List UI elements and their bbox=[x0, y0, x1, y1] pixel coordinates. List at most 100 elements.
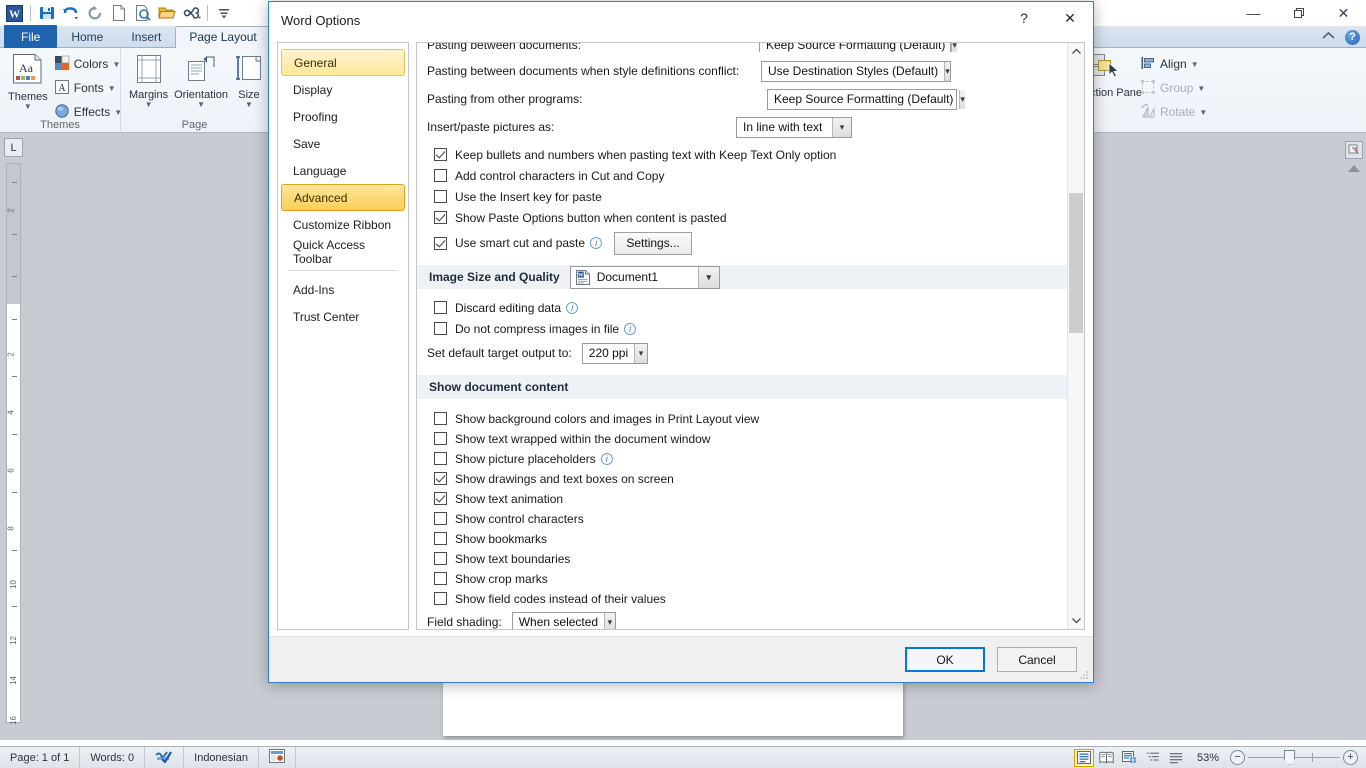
info-icon[interactable]: i bbox=[590, 237, 603, 249]
nav-item-proofing[interactable]: Proofing bbox=[281, 103, 405, 130]
show-background-colors-row[interactable]: Show background colors and images in Pri… bbox=[427, 409, 1061, 428]
chevron-down-icon[interactable]: ▾ bbox=[832, 117, 851, 137]
zoom-out-button[interactable]: − bbox=[1230, 750, 1245, 765]
chevron-down-icon[interactable]: ▼ bbox=[245, 101, 253, 109]
save-icon[interactable] bbox=[36, 2, 58, 24]
redo-icon[interactable] bbox=[84, 2, 106, 24]
chevron-down-icon[interactable]: ▼ bbox=[24, 103, 32, 111]
web-layout-view-button[interactable] bbox=[1120, 749, 1140, 767]
chevron-down-icon[interactable]: ▼ bbox=[108, 84, 116, 93]
dialog-close-button[interactable]: ✕ bbox=[1047, 2, 1093, 34]
full-screen-reading-view-button[interactable] bbox=[1097, 749, 1117, 767]
size-button[interactable]: Size ▼ bbox=[232, 51, 266, 109]
add-control-characters-checkbox[interactable] bbox=[434, 169, 447, 182]
show-field-codes-row[interactable]: Show field codes instead of their values bbox=[427, 589, 1061, 608]
chevron-down-icon[interactable]: ▾ bbox=[634, 343, 647, 363]
zoom-slider[interactable] bbox=[1248, 750, 1340, 765]
show-drawings-row[interactable]: Show drawings and text boxes on screen bbox=[427, 469, 1061, 488]
info-icon[interactable]: i bbox=[566, 301, 579, 314]
keep-bullets-row[interactable]: Keep bullets and numbers when pasting te… bbox=[427, 145, 1061, 164]
show-text-animation-row[interactable]: Show text animation bbox=[427, 489, 1061, 508]
show-drawings-checkbox[interactable] bbox=[434, 472, 447, 485]
pasting-between-documents-combo[interactable]: Keep Source Formatting (Default) ▾ bbox=[759, 43, 957, 52]
info-icon[interactable]: i bbox=[624, 322, 637, 335]
open-icon[interactable] bbox=[156, 2, 178, 24]
chevron-down-icon[interactable]: ▾ bbox=[959, 89, 965, 109]
orientation-button[interactable]: Orientation ▼ bbox=[172, 51, 230, 109]
nav-item-display[interactable]: Display bbox=[281, 76, 405, 103]
chevron-down-icon[interactable]: ▾ bbox=[944, 61, 950, 81]
document-page[interactable] bbox=[443, 678, 903, 736]
show-paste-options-checkbox[interactable] bbox=[434, 211, 447, 224]
tab-home[interactable]: Home bbox=[57, 26, 117, 48]
nav-item-trust-center[interactable]: Trust Center bbox=[281, 303, 405, 330]
chevron-down-icon[interactable]: ▾ bbox=[697, 266, 719, 288]
discard-editing-data-row[interactable]: Discard editing data i bbox=[427, 298, 1061, 317]
smart-cut-paste-checkbox[interactable] bbox=[434, 236, 447, 250]
close-button[interactable]: ✕ bbox=[1321, 1, 1366, 25]
show-picture-placeholders-checkbox[interactable] bbox=[434, 452, 447, 465]
nav-item-language[interactable]: Language bbox=[281, 157, 405, 184]
chevron-down-icon[interactable]: ▼ bbox=[1191, 60, 1199, 69]
options-scrollbar[interactable] bbox=[1067, 43, 1084, 629]
themes-button[interactable]: Aa Themes ▼ bbox=[6, 51, 50, 111]
collapse-ribbon-icon[interactable] bbox=[1322, 30, 1335, 44]
minimize-button[interactable]: — bbox=[1231, 1, 1276, 25]
customize-qat-icon[interactable] bbox=[213, 2, 235, 24]
tab-file[interactable]: File bbox=[4, 25, 58, 48]
scroll-up-button[interactable] bbox=[1068, 43, 1084, 60]
undo-icon[interactable] bbox=[60, 2, 82, 24]
print-layout-view-button[interactable] bbox=[1073, 748, 1094, 767]
smart-cut-settings-button[interactable]: Settings... bbox=[614, 231, 693, 255]
infinity-icon[interactable] bbox=[180, 2, 202, 24]
resize-grip[interactable] bbox=[1079, 669, 1089, 679]
field-shading-combo[interactable]: When selected ▾ bbox=[511, 611, 616, 629]
tab-stop-selector-button[interactable]: L bbox=[4, 138, 23, 157]
nav-item-advanced[interactable]: Advanced bbox=[281, 184, 405, 211]
new-document-icon[interactable] bbox=[108, 2, 130, 24]
show-field-codes-checkbox[interactable] bbox=[434, 592, 447, 605]
zoom-slider-thumb[interactable] bbox=[1284, 750, 1295, 765]
cancel-button[interactable]: Cancel bbox=[997, 647, 1077, 672]
dialog-title-bar[interactable]: Word Options ? ✕ bbox=[269, 2, 1093, 38]
outline-view-button[interactable] bbox=[1143, 749, 1163, 767]
show-bookmarks-checkbox[interactable] bbox=[434, 532, 447, 545]
tab-insert[interactable]: Insert bbox=[117, 26, 175, 48]
word-logo-icon[interactable]: W bbox=[3, 2, 25, 24]
smart-cut-paste-row[interactable]: Use smart cut and paste i Settings... bbox=[427, 230, 1061, 256]
show-text-wrapped-row[interactable]: Show text wrapped within the document wi… bbox=[427, 429, 1061, 448]
insert-key-paste-checkbox[interactable] bbox=[434, 190, 447, 203]
macro-record-status[interactable] bbox=[259, 746, 296, 768]
do-not-compress-images-checkbox[interactable] bbox=[434, 322, 447, 335]
show-text-boundaries-checkbox[interactable] bbox=[434, 552, 447, 565]
scroll-up-arrow-icon[interactable] bbox=[1348, 165, 1360, 172]
show-crop-marks-row[interactable]: Show crop marks bbox=[427, 569, 1061, 588]
help-icon[interactable]: ? bbox=[1345, 29, 1360, 45]
nav-item-save[interactable]: Save bbox=[281, 130, 405, 157]
default-target-output-combo[interactable]: 220 ppi ▾ bbox=[581, 342, 648, 364]
info-icon[interactable]: i bbox=[600, 452, 613, 465]
add-control-characters-row[interactable]: Add control characters in Cut and Copy bbox=[427, 166, 1061, 185]
scroll-down-button[interactable] bbox=[1068, 612, 1084, 629]
dialog-help-button[interactable]: ? bbox=[1001, 2, 1047, 34]
restore-button[interactable] bbox=[1276, 1, 1321, 25]
discard-editing-data-checkbox[interactable] bbox=[434, 301, 447, 314]
style-conflict-combo[interactable]: Use Destination Styles (Default) ▾ bbox=[761, 60, 951, 82]
chevron-down-icon[interactable]: ▼ bbox=[145, 101, 153, 109]
draft-view-button[interactable] bbox=[1166, 749, 1186, 767]
align-button[interactable]: Align ▼ bbox=[1138, 53, 1212, 75]
show-picture-placeholders-row[interactable]: Show picture placeholders i bbox=[427, 449, 1061, 468]
show-crop-marks-checkbox[interactable] bbox=[434, 572, 447, 585]
view-ruler-toggle-icon[interactable] bbox=[1345, 141, 1363, 159]
word-count-status[interactable]: Words: 0 bbox=[80, 746, 146, 768]
show-control-characters-row[interactable]: Show control characters bbox=[427, 509, 1061, 528]
vertical-ruler[interactable]: 2 2 4 6 8 10 12 14 16 bbox=[6, 163, 21, 725]
tab-page-layout[interactable]: Page Layout bbox=[175, 26, 271, 49]
keep-bullets-checkbox[interactable] bbox=[434, 148, 447, 161]
show-background-colors-checkbox[interactable] bbox=[434, 412, 447, 425]
nav-item-general[interactable]: General bbox=[281, 49, 405, 76]
show-bookmarks-row[interactable]: Show bookmarks bbox=[427, 529, 1061, 548]
page-count-status[interactable]: Page: 1 of 1 bbox=[0, 746, 81, 768]
proofing-status[interactable] bbox=[145, 746, 185, 768]
chevron-down-icon[interactable]: ▼ bbox=[197, 101, 205, 109]
